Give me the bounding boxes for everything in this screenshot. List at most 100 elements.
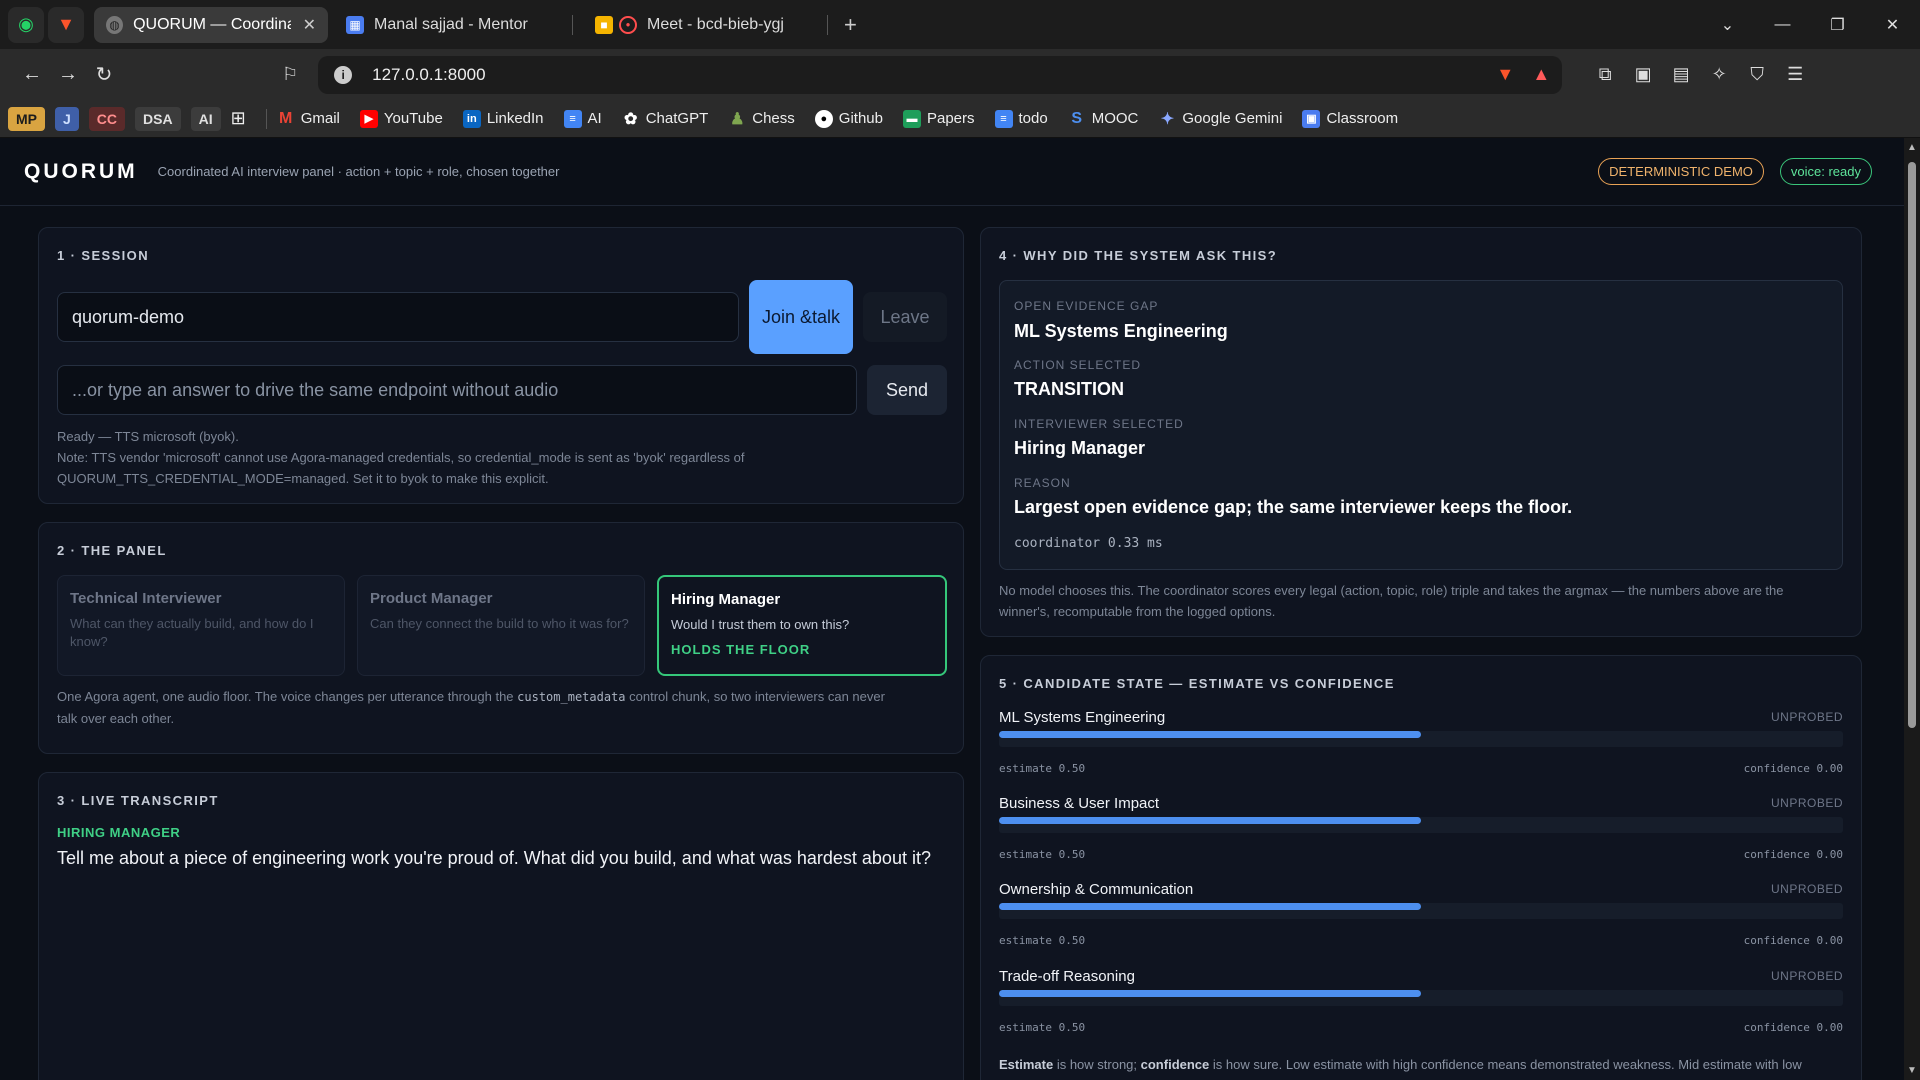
- bookmark-mooc[interactable]: S MOOC: [1068, 110, 1138, 128]
- action-value: TRANSITION: [1014, 379, 1124, 399]
- url-text[interactable]: 127.0.0.1:8000: [372, 65, 485, 85]
- estimate-bar-fill: [999, 817, 1421, 824]
- role-technical-interviewer[interactable]: Technical Interviewer What can they actu…: [57, 575, 345, 676]
- credential-note: Note: TTS vendor 'microsoft' cannot use …: [57, 450, 745, 465]
- tab-search-icon[interactable]: ⌄: [1700, 15, 1755, 35]
- bookmark-folder-mp[interactable]: MP: [8, 106, 45, 131]
- restore-button[interactable]: ❐: [1810, 15, 1865, 35]
- forward-button[interactable]: →: [50, 63, 86, 86]
- bookmark-separator: [265, 108, 267, 129]
- bookmark-linkedin[interactable]: in LinkedIn: [462, 109, 544, 128]
- role-product-manager[interactable]: Product Manager Can they connect the bui…: [357, 575, 645, 676]
- bookmark-classroom[interactable]: ▣ Classroom: [1302, 109, 1398, 128]
- brave-pinned-tab[interactable]: ▼: [48, 6, 84, 43]
- tab-separator: [572, 14, 573, 35]
- holds-floor-label: HOLDS THE FLOOR: [671, 642, 811, 657]
- bookmark-ai[interactable]: ≡ AI: [563, 109, 602, 128]
- toolbar-actions: ⧉ ▣ ▤ ✧ ⛉ ☰: [1586, 64, 1814, 85]
- bookmark-icon[interactable]: ⚐: [282, 64, 298, 85]
- bookmark-chatgpt[interactable]: ✿ ChatGPT: [622, 110, 708, 128]
- estimate-bar-track: [999, 731, 1843, 747]
- site-info-icon[interactable]: i: [334, 65, 353, 84]
- confidence-label: confidence 0.00: [1743, 1021, 1843, 1034]
- interviewer-value: Hiring Manager: [1014, 438, 1146, 458]
- scroll-up-icon[interactable]: ▲: [1907, 142, 1917, 153]
- why-footnote: No model chooses this. The coordinator s…: [999, 583, 1784, 619]
- bookmark-folder-cc[interactable]: CC: [88, 106, 126, 131]
- meet-icon: ■: [595, 15, 613, 34]
- bookmark-github[interactable]: ● Github: [814, 109, 883, 128]
- brave-shields-icon[interactable]: ▼: [1496, 64, 1514, 85]
- leave-button[interactable]: Leave: [863, 292, 947, 342]
- scrollbar-thumb[interactable]: [1908, 162, 1916, 728]
- gemini-icon: ✦: [1160, 110, 1175, 128]
- brave-rewards-icon[interactable]: ▲: [1532, 64, 1550, 85]
- app-viewport: QUORUM Coordinated AI interview panel · …: [0, 138, 1920, 1080]
- skill-name: Ownership & Communication: [999, 881, 1194, 898]
- apps-grid-icon[interactable]: ⊞: [231, 108, 246, 129]
- tab-quorum[interactable]: ◍ QUORUM — Coordinated AI Inte ✕: [94, 6, 328, 43]
- back-button[interactable]: ←: [14, 63, 50, 86]
- answer-text-input[interactable]: ...or type an answer to drive the same e…: [57, 365, 857, 415]
- voice-status-badge: voice: ready: [1779, 158, 1872, 185]
- papers-icon: ▬: [902, 109, 921, 128]
- custom-metadata-code: custom_metadata: [517, 690, 626, 704]
- extensions-icon[interactable]: ⧉: [1586, 64, 1624, 85]
- bookmark-chess[interactable]: ♟ Chess: [728, 110, 795, 128]
- estimate-bar-fill: [999, 903, 1421, 910]
- browser-navbar: ← → ↻ ⚐ i 127.0.0.1:8000 ▼ ▲ ⧉ ▣ ▤ ✧ ⛉ ☰: [0, 49, 1920, 100]
- demo-badge: DETERMINISTIC DEMO: [1598, 158, 1764, 185]
- vpn-icon[interactable]: ⛉: [1738, 64, 1776, 85]
- bookmark-todo[interactable]: ≡ todo: [994, 109, 1048, 128]
- leo-ai-icon[interactable]: ✧: [1700, 64, 1738, 85]
- bookmark-folder-ai[interactable]: AI: [190, 106, 221, 131]
- whatsapp-pinned-tab[interactable]: ◉: [8, 6, 44, 43]
- docs-icon: ≡: [994, 109, 1013, 128]
- estimate-bar-fill: [999, 990, 1421, 997]
- estimate-label: estimate 0.50: [999, 848, 1086, 861]
- sidebar-icon[interactable]: ▣: [1624, 64, 1662, 85]
- page-scrollbar[interactable]: ▲ ▼: [1904, 138, 1920, 1080]
- panel-title: 2 · THE PANEL: [57, 543, 167, 558]
- app-logo: QUORUM: [24, 159, 138, 183]
- join-and-talk-button[interactable]: Join & talk: [749, 280, 853, 354]
- estimate-label: estimate 0.50: [999, 934, 1086, 947]
- bookmarks-bar: MP J CC DSA AI ⊞ M Gmail ▶ YouTube in Linke…: [0, 100, 1920, 138]
- panel-note: One Agora agent, one audio floor. The vo…: [57, 689, 885, 726]
- status-line: Ready — TTS microsoft (byok).: [57, 429, 239, 444]
- estimate-label: estimate 0.50: [999, 762, 1086, 775]
- minimize-button[interactable]: —: [1755, 16, 1810, 34]
- new-tab-button[interactable]: +: [844, 12, 857, 38]
- close-window-button[interactable]: ✕: [1865, 15, 1920, 35]
- session-title: 1 · SESSION: [57, 248, 149, 263]
- reload-button[interactable]: ↻: [86, 62, 122, 87]
- address-bar[interactable]: i 127.0.0.1:8000 ▼ ▲: [318, 55, 1563, 94]
- reason-label: REASON: [1014, 476, 1071, 490]
- bookmark-youtube[interactable]: ▶ YouTube: [359, 109, 443, 128]
- bookmark-folder-j[interactable]: J: [55, 106, 79, 131]
- tab-separator: [827, 14, 828, 35]
- bookmark-folder-dsa[interactable]: DSA: [135, 106, 181, 131]
- confidence-label: confidence 0.00: [1743, 762, 1843, 775]
- send-button[interactable]: Send: [867, 365, 947, 415]
- whatsapp-icon: ◉: [18, 14, 34, 34]
- close-tab-icon[interactable]: ✕: [303, 15, 316, 35]
- estimate-bar-track: [999, 990, 1843, 1006]
- bookmark-gemini[interactable]: ✦ Google Gemini: [1158, 110, 1283, 128]
- scroll-down-icon[interactable]: ▼: [1907, 1065, 1917, 1076]
- bookmark-gmail[interactable]: M Gmail: [277, 110, 340, 128]
- menu-icon[interactable]: ☰: [1776, 64, 1814, 85]
- role-hiring-manager[interactable]: Hiring Manager Would I trust them to own…: [657, 575, 947, 676]
- gap-value: ML Systems Engineering: [1014, 321, 1228, 341]
- skill-status-tag: UNPROBED: [1770, 710, 1843, 724]
- tab-meet[interactable]: ■ ● Meet - bcd-bieb-ygj: [583, 7, 823, 43]
- estimate-label: estimate 0.50: [999, 1021, 1086, 1034]
- skill-name: Business & User Impact: [999, 795, 1160, 812]
- tab-mentor[interactable]: ▦ Manal sajjad - Mentor: [334, 7, 568, 43]
- room-name-input[interactable]: quorum-demo: [57, 292, 739, 342]
- globe-icon: ◍: [106, 15, 124, 34]
- candidate-state-card: 5 · CANDIDATE STATE — ESTIMATE VS CONFID…: [980, 655, 1862, 1080]
- linkedin-icon: in: [462, 109, 481, 128]
- bookmark-papers[interactable]: ▬ Papers: [902, 109, 975, 128]
- wallet-icon[interactable]: ▤: [1662, 64, 1700, 85]
